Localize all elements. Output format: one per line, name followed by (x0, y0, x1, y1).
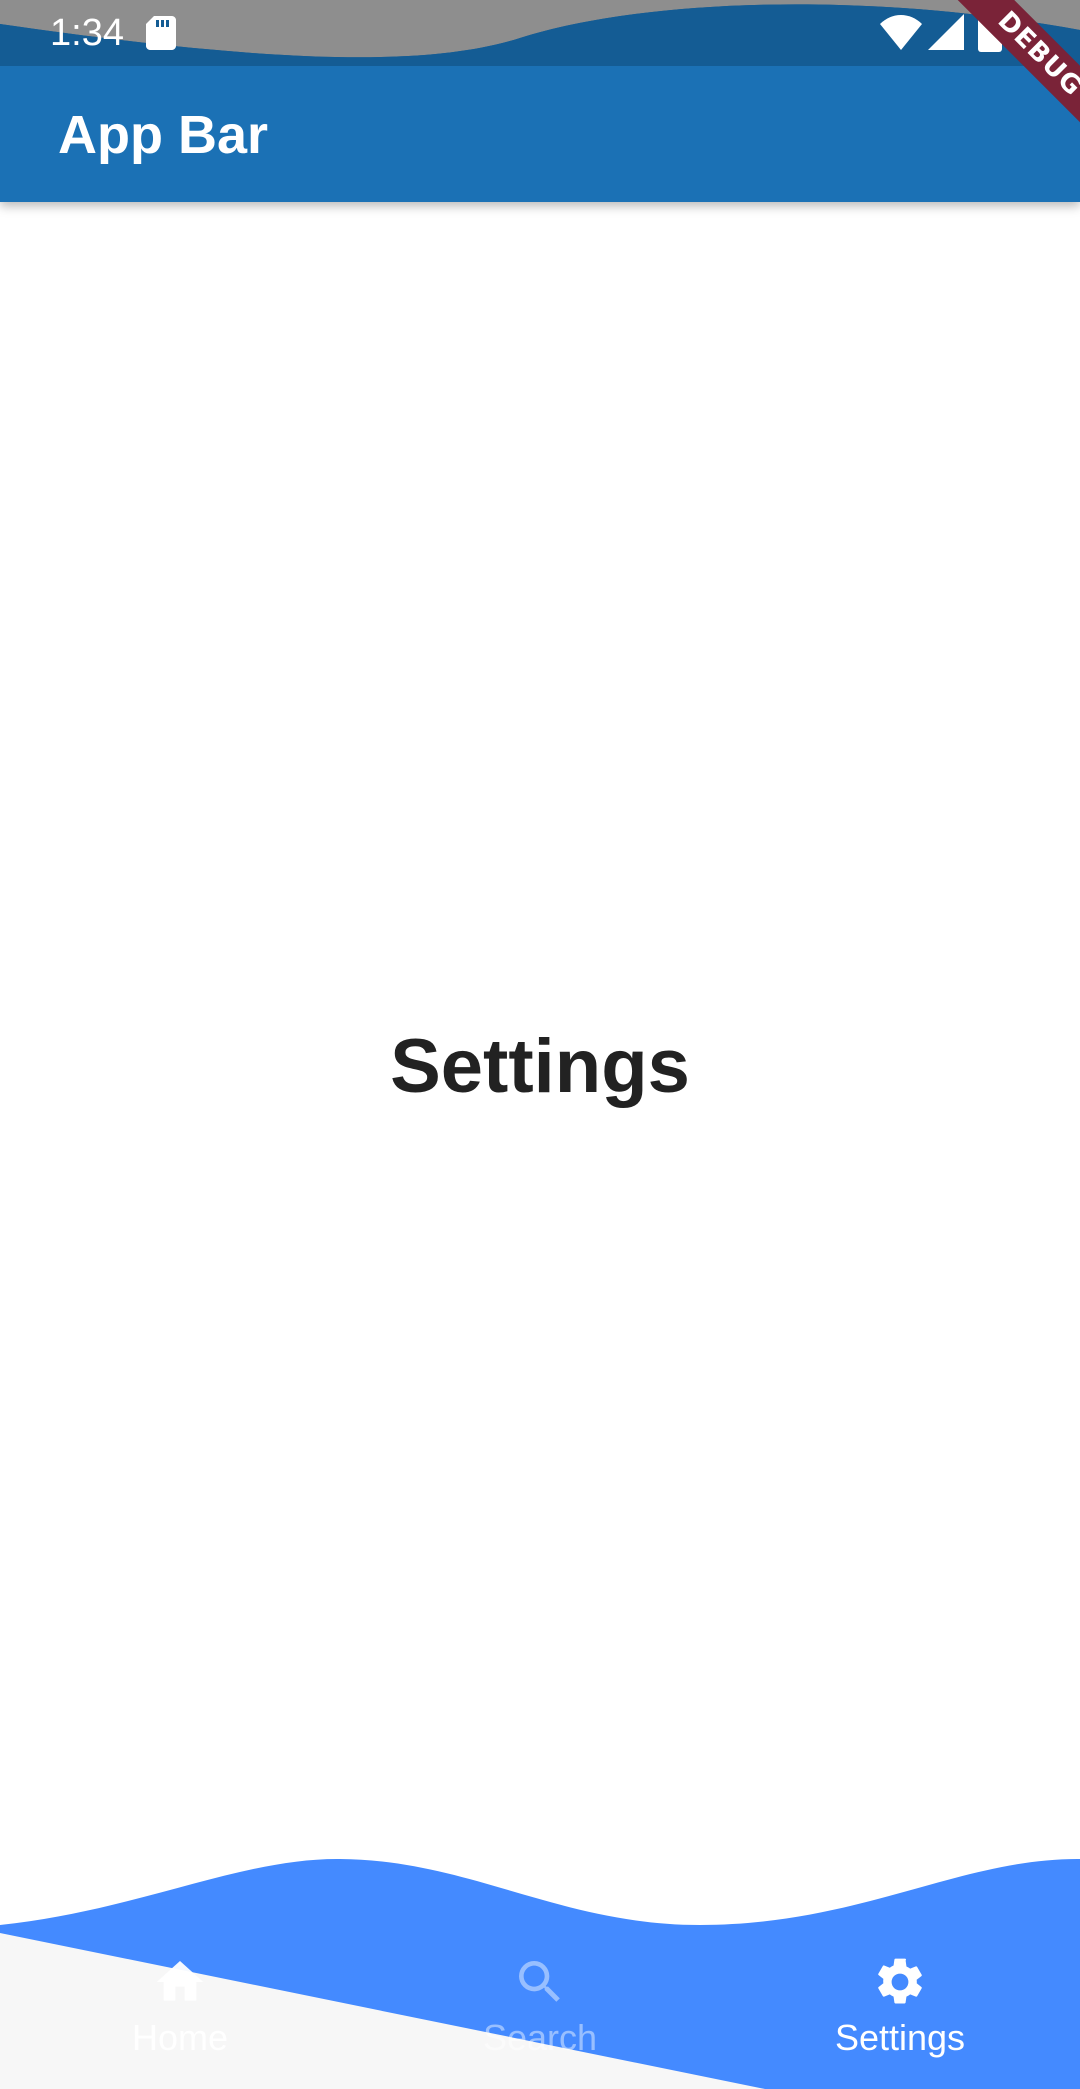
nav-label-search: Search (482, 2017, 598, 2058)
status-bar: 1:34 (0, 0, 1080, 66)
page-heading: Settings (390, 1024, 690, 1109)
page-body: Settings (0, 202, 1080, 1860)
gear-icon (878, 1958, 922, 2004)
wifi-icon (880, 15, 922, 50)
app-bar-title: App Bar (58, 105, 269, 165)
app-screen: 1:34 DEBUG App Bar Settings Home Search … (0, 0, 1080, 2089)
nav-item-settings[interactable]: Settings (750, 1954, 1050, 2074)
nav-label-home: Home (131, 2017, 229, 2058)
status-time: 1:34 (50, 12, 124, 54)
home-icon (156, 1961, 204, 2001)
bottom-navigation-bar: Home Search Settings (0, 1830, 1080, 2089)
debug-ribbon-label: DEBUG (948, 0, 1080, 140)
debug-banner: DEBUG (940, 0, 1080, 140)
nav-item-search[interactable]: Search (390, 1954, 690, 2074)
nav-item-home[interactable]: Home (30, 1954, 330, 2074)
app-bar: App Bar (0, 66, 1080, 202)
nav-label-settings: Settings (834, 2017, 966, 2058)
search-icon (519, 1961, 560, 2002)
sd-card-icon (146, 16, 176, 50)
